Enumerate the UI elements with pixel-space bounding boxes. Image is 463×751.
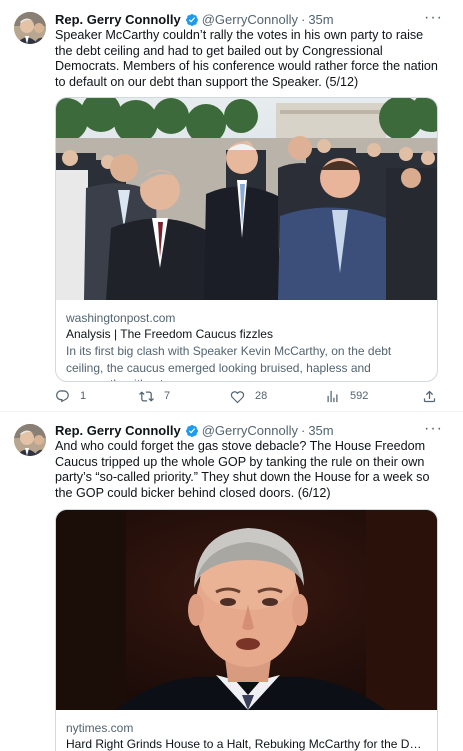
timestamp[interactable]: 35m (308, 422, 333, 440)
share-button[interactable] (422, 389, 437, 404)
avatar[interactable] (14, 424, 46, 456)
separator-dot: · (300, 423, 306, 438)
tweet[interactable]: Rep. Gerry Connolly @GerryConnolly · 35m… (0, 0, 463, 412)
tweet-header: Rep. Gerry Connolly @GerryConnolly · 35m… (55, 421, 443, 440)
avatar[interactable] (14, 12, 46, 44)
reply-button[interactable]: 1 (55, 389, 86, 404)
views-count: 592 (350, 390, 369, 402)
card-description: In its first big clash with Speaker Kevi… (66, 344, 392, 381)
tweet-text: Speaker McCarthy couldn’t rally the vote… (55, 28, 438, 89)
card-title: Hard Right Grinds House to a Halt, Rebuk… (66, 737, 427, 751)
separator-dot: · (300, 12, 306, 27)
card-meta: washingtonpost.com Analysis | The Freedo… (56, 300, 437, 381)
author-name[interactable]: Rep. Gerry Connolly (55, 11, 181, 29)
share-icon (423, 390, 436, 403)
card-title: Analysis | The Freedom Caucus fizzles (66, 327, 273, 341)
tweet-text: And who could forget the gas stove debac… (55, 439, 430, 500)
tweet-header: Rep. Gerry Connolly @GerryConnolly · 35m… (55, 10, 443, 29)
like-count: 28 (255, 390, 268, 402)
like-icon (230, 391, 245, 404)
timestamp[interactable]: 35m (308, 11, 333, 29)
reply-icon (56, 390, 69, 403)
reply-count: 1 (80, 390, 87, 402)
card-domain: nytimes.com (66, 721, 134, 735)
retweet-button[interactable]: 7 (139, 389, 170, 404)
author-name[interactable]: Rep. Gerry Connolly (55, 422, 181, 440)
verified-badge-icon (185, 424, 199, 438)
like-button[interactable]: 28 (230, 389, 267, 404)
verified-badge-icon (185, 13, 199, 27)
author-handle[interactable]: @GerryConnolly (202, 11, 298, 29)
retweet-icon (139, 391, 154, 402)
card-image (56, 98, 437, 300)
card-image (56, 510, 437, 710)
card-domain: washingtonpost.com (66, 311, 176, 325)
more-icon[interactable]: ··· (424, 10, 443, 26)
link-card[interactable]: nytimes.com Hard Right Grinds House to a… (55, 509, 438, 751)
more-icon[interactable]: ··· (424, 421, 443, 437)
author-handle[interactable]: @GerryConnolly (202, 422, 298, 440)
link-card[interactable]: washingtonpost.com Analysis | The Freedo… (55, 97, 438, 382)
tweet[interactable]: Rep. Gerry Connolly @GerryConnolly · 35m… (0, 413, 463, 751)
retweet-count: 7 (164, 390, 171, 402)
action-bar: 1 7 28 592 (55, 389, 437, 407)
views-button[interactable]: 592 (325, 389, 368, 404)
views-icon (327, 390, 338, 403)
card-meta: nytimes.com Hard Right Grinds House to a… (56, 710, 437, 751)
